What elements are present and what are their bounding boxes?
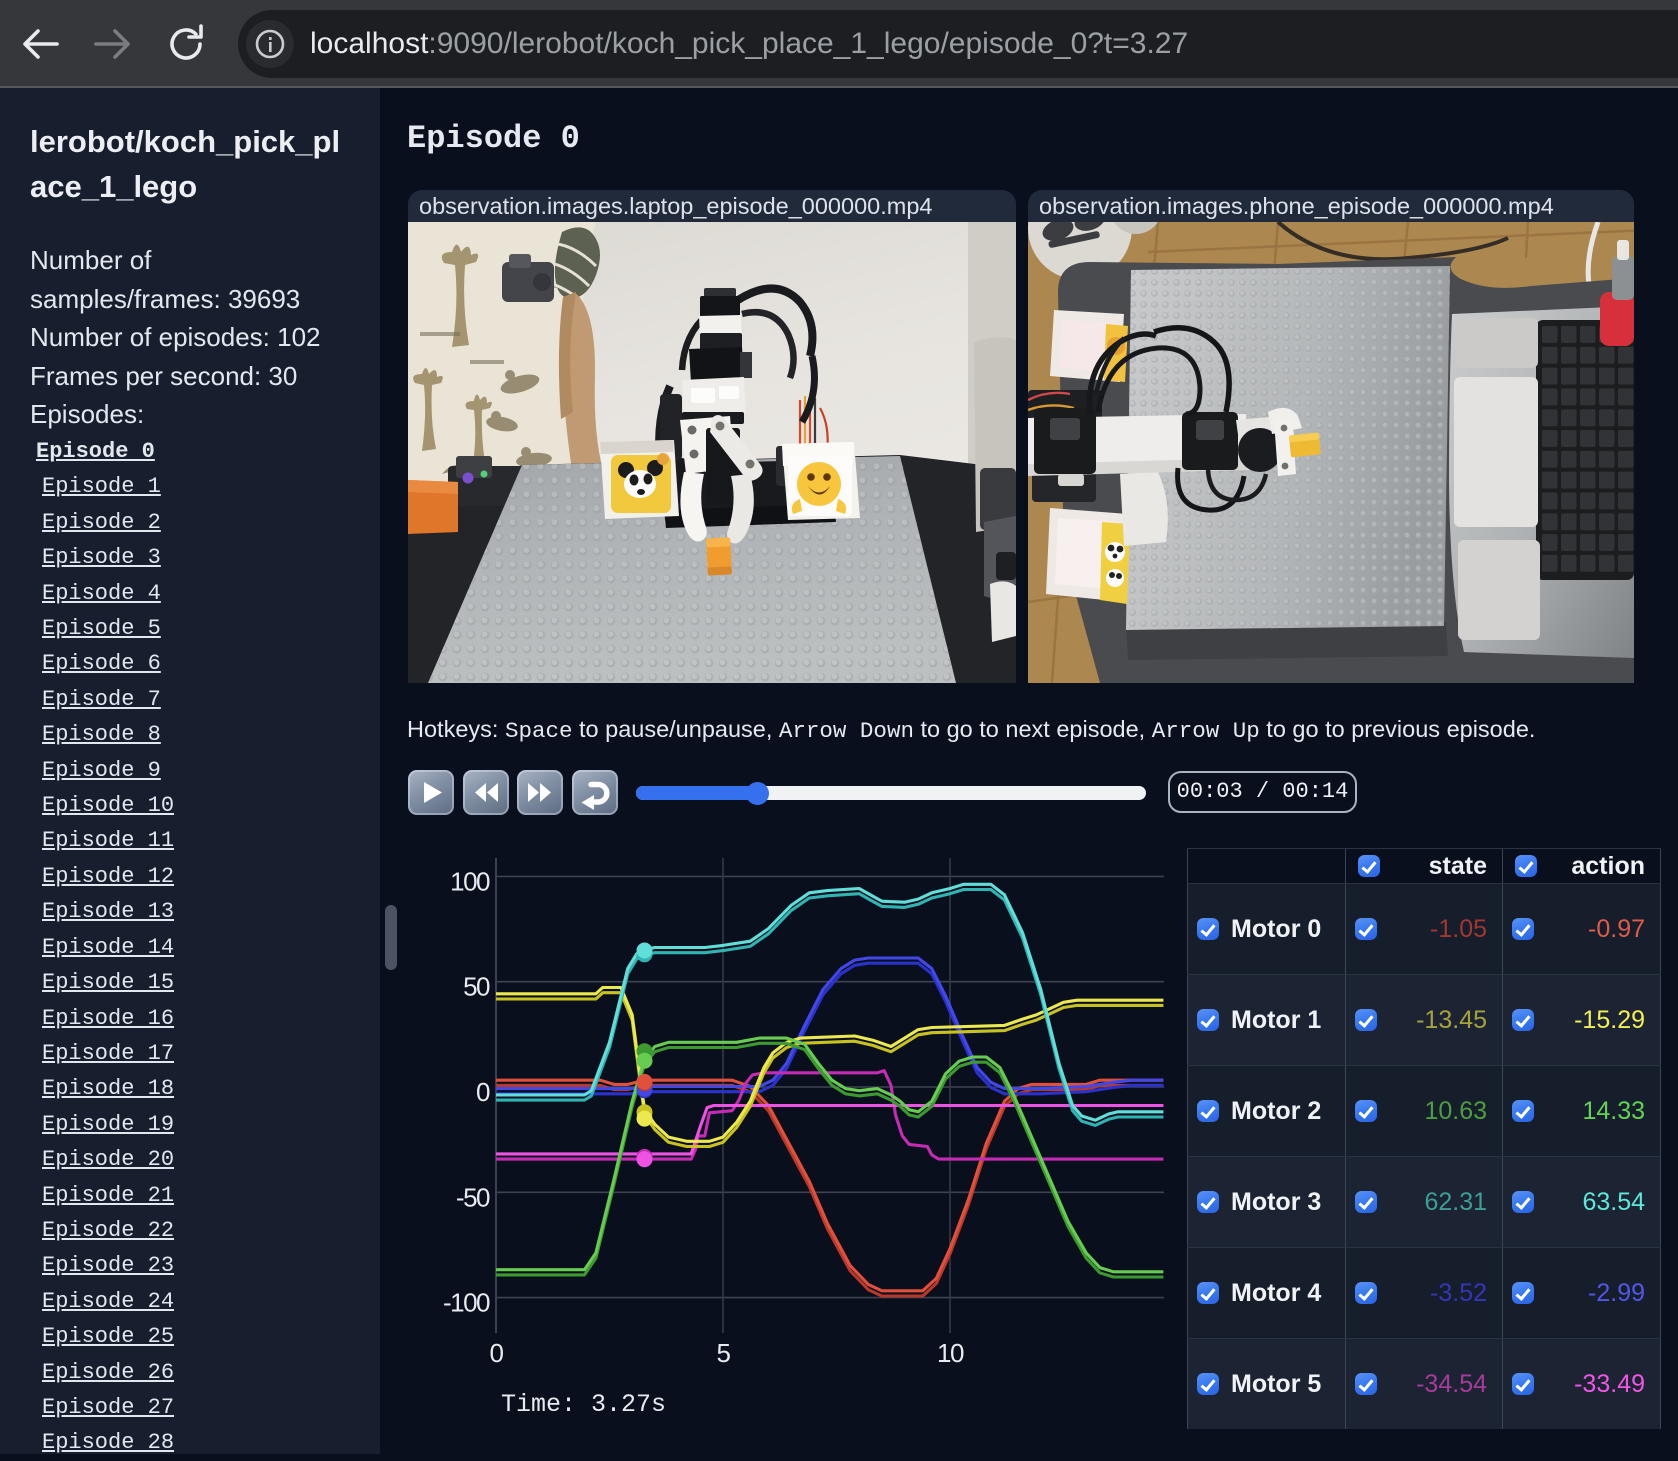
svg-text:5: 5 [717, 1338, 731, 1368]
svg-text:0: 0 [490, 1338, 504, 1368]
svg-text:50: 50 [463, 972, 490, 1002]
svg-text:-50: -50 [456, 1182, 490, 1212]
svg-text:10: 10 [937, 1338, 964, 1368]
svg-text:0: 0 [476, 1077, 490, 1107]
svg-text:-100: -100 [443, 1288, 490, 1318]
svg-text:100: 100 [450, 866, 490, 896]
